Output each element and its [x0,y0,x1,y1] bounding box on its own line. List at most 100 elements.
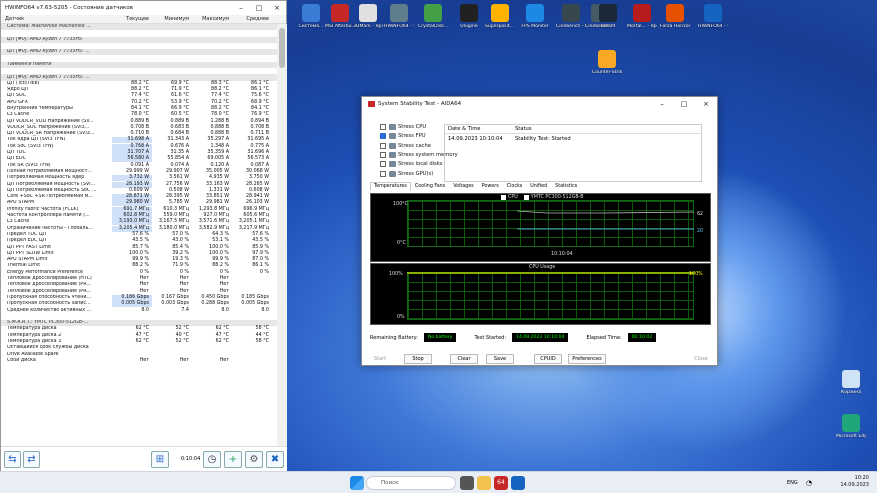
table-row[interactable]: Ток SoC (SVI3 TFN) 0.768 A 0.676 A 1.348 A 0… [1,143,277,150]
clear-button[interactable]: Clear [450,354,478,364]
save-button[interactable]: Save [486,354,514,364]
lang-indicator[interactable]: ENG [787,480,798,486]
table-row[interactable]: Тайминги памяти [1,61,277,69]
tab[interactable]: Powers [478,182,503,191]
taskbar-search[interactable]: Поиск [366,476,456,490]
table-row[interactable]: ЦП PPT FAST Limit 85.7 % 85.4 % 100.0 % 85.9… [1,244,277,250]
desktop-icon[interactable]: Unigine [454,4,484,29]
col-avg[interactable]: Среднее [232,16,272,22]
table-row[interactable]: Среднее количество активных ... 8.0 7.4 8.0… [1,307,277,313]
table-row[interactable]: L3 Cache 3,193.0 МГц 3,167.5 МГц 3,571.6 МГ… [1,219,277,226]
table-row[interactable]: Сбой диска Нет Нет Нет [1,358,277,364]
tab[interactable]: Unified [526,182,551,191]
col-max[interactable]: Максимум [192,16,232,22]
scrollbar[interactable] [277,24,287,446]
close-icon[interactable]: × [695,100,717,108]
close-button[interactable]: Close [690,354,712,364]
table-row[interactable]: Ток ядра ЦП (SVI3 TFN) 31.698 A 31.343 A 35… [1,137,277,144]
preferences-button[interactable]: Preferences [568,354,606,364]
table-row[interactable]: ЦП VDDCR_VDD Напряжение (SV... 0.889 В 0.8… [1,118,277,124]
table-row[interactable]: Ограничение частоты - Глобаль... 3,205.4 … [1,225,277,232]
table-row[interactable]: Infinity Fabric Частота (FCLK) 691.7 МГц 6… [1,206,277,213]
tab[interactable]: Clocks [503,182,527,191]
table-row[interactable]: Предел EDC ЦП 43.5 % 43.0 % 53.1 % 43.5 % [1,238,277,244]
desktop-icon[interactable]: Superposit... - Ярлык [485,4,515,29]
task-view-icon[interactable] [460,476,474,490]
desktop-icon[interactable]: Корзина [836,370,866,395]
tab[interactable]: Voltages [449,182,478,191]
start-icon[interactable] [350,476,364,490]
table-row[interactable]: Температура диска 3 62 °C 52 °C 62 °C 58 °C [1,339,277,345]
cpuid-button[interactable]: CPUID [534,354,562,364]
hwinfo-icon[interactable] [511,476,525,490]
desktop-icon[interactable]: HWiNFO64 - Ярлык [698,4,728,29]
table-row[interactable]: ЦП EDC 56.580 A 55.854 A 69.005 A 56.573 A [1,156,277,163]
sensor-list[interactable]: Система: Machenike Machenike ... ЦП [#0]:… [1,24,277,446]
desktop-icon[interactable]: Forza Horizon 5 - Ярлык [660,4,690,29]
clock-icon[interactable]: ◷ [203,451,221,468]
checkbox[interactable] [380,151,386,158]
desktop-icon[interactable]: HWiNFO64 - Ярлык [384,4,414,29]
hwinfo-titlebar[interactable]: HWiNFO64 v7.63-5205 - Состояние датчиков… [1,1,286,15]
maximize-icon[interactable]: □ [250,4,268,12]
stress-option[interactable]: Stress FPU [380,133,426,140]
explorer-icon[interactable] [477,476,491,490]
stress-option[interactable]: Stress cache [380,142,431,149]
table-row[interactable]: Energy Performance Preference 0 % 0 % 0 % 0 … [1,270,277,276]
stress-option[interactable]: Stress CPU [380,124,426,130]
scroll-thumb[interactable] [279,28,285,68]
stress-option[interactable]: Stress GPU(s) [380,170,433,177]
exit-icon[interactable]: ✖ [266,451,284,468]
col-current[interactable]: Текущее [112,16,152,22]
network-icon[interactable]: ⊞ [151,451,169,468]
table-row[interactable]: Потребляемая мощность ядер 3.732 W 3.561 W… [1,175,277,182]
table-row[interactable]: Thermal Limit 88.2 % 71.9 % 88.2 % 86.1 % [1,263,277,269]
desktop-icon[interactable]: Microsoft Edge [836,414,866,439]
desktop-icon[interactable]: Counter-Strike 2 [592,50,622,75]
add-icon[interactable]: + [224,451,242,468]
col-min[interactable]: Минимум [152,16,192,22]
stress-option[interactable]: Stress local disks [380,161,442,168]
aida-titlebar[interactable]: System Stability Test - AIDA64 – □ × [362,97,717,111]
checkbox[interactable] [380,161,386,168]
close-icon[interactable]: × [268,4,286,12]
desktop-icon[interactable]: CrystalDisk... - Ярлык [418,4,448,29]
checkbox[interactable] [380,170,386,177]
table-row[interactable]: Пропускная способность запис... 0.005 Gbp… [1,301,277,308]
col-sensor[interactable]: Датчик [1,16,112,22]
start-button[interactable]: Start [370,354,390,364]
desktop-icon[interactable]: Mortal... - Ярлык [627,4,657,29]
table-row[interactable]: Температура диска 2 47 °C 40 °C 47 °C 44 °C [1,333,277,339]
table-row[interactable]: APU STAPM 29.980 W 5.785 W 29.981 W 26.103 W [1,200,277,207]
table-row[interactable]: ЦП [#0]: AMD Ryzen 7 7735HS: ... [1,74,277,81]
checkbox[interactable] [380,133,386,140]
desktop-icon[interactable]: MSI Afterbu... [325,4,355,29]
table-row[interactable]: ЦП [#0]: AMD Ryzen 7 7735HS: ... [1,49,277,56]
desktop-icon[interactable]: Steam [593,4,623,29]
tab[interactable]: Temperatures [370,182,411,191]
desktop-icon[interactable]: Cinebench - Ярлык [556,4,586,29]
desktop-icon[interactable]: Система... [296,4,326,29]
table-row[interactable]: ЦП SOC 77.4 °C 61.6 °C 77.4 °C 75.6 °C [1,93,277,99]
table-row[interactable]: APU GFX 70.2 °C 53.9 °C 70.2 °C 68.9 °C [1,100,277,106]
table-row[interactable]: Система: Machenike Machenike ... [1,24,277,31]
checkbox[interactable] [380,124,386,130]
nav-right-icon[interactable]: ⇄ [23,451,40,468]
minimize-icon[interactable]: – [651,100,673,108]
stop-button[interactable]: Stop [404,354,432,364]
table-row[interactable]: ЦП [#0]: AMD Ryzen 7 7735HS [1,36,277,43]
table-row[interactable]: L3 Cache 78.0 °C 60.5 °C 78.0 °C 76.9 °C [1,112,277,118]
clock[interactable]: 10:20 14.09.2023 [840,475,869,489]
nav-left-icon[interactable]: ⇆ [4,451,21,468]
desktop-icon[interactable]: 3DMark - Ярлык [353,4,383,29]
tab[interactable]: Cooling Fans [411,182,449,191]
minimize-icon[interactable]: – [232,4,250,12]
wifi-icon[interactable]: ◔ [806,479,812,487]
table-row[interactable]: ЦП Потребляемая мощность (SVI... 28.193 W… [1,181,277,188]
desktop-icon[interactable]: FPS Monitor [520,4,550,29]
table-row[interactable]: Ток SR (SVI3 TFN) 0.091 A 0.074 A 0.120 A 0.… [1,163,277,169]
maximize-icon[interactable]: □ [673,100,695,108]
checkbox[interactable] [380,142,386,149]
table-row[interactable]: Температура диска 62 °C 52 °C 62 °C 58 °C [1,326,277,332]
tab[interactable]: Statistics [551,182,581,191]
